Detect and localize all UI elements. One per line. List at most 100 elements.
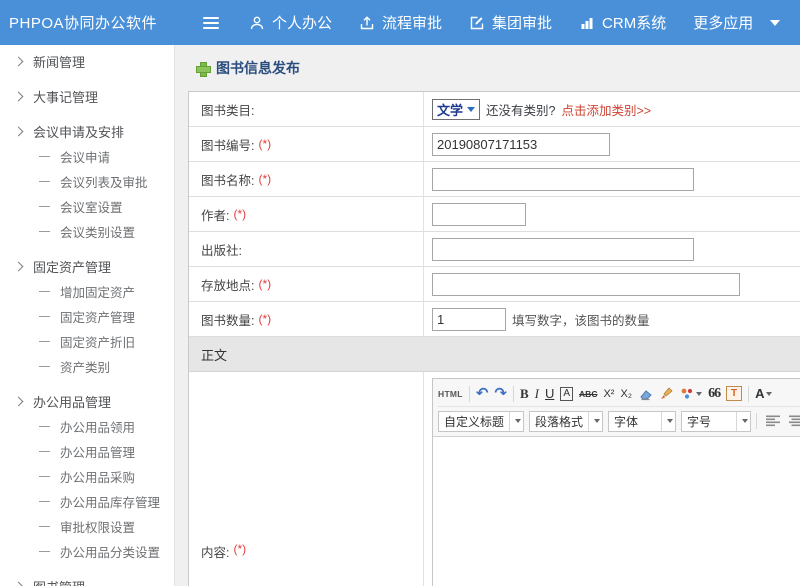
rich-text-editor: HTML ↶ ↷ B I U A ABC X²	[432, 378, 800, 586]
section-header-body: 正文	[189, 337, 800, 372]
form-row-quantity: 图书数量:(*) 填写数字，该图书的数量	[189, 302, 800, 337]
sidebar-subitem[interactable]: 办公用品领用	[0, 414, 174, 439]
font-size-dropdown[interactable]: 字号	[681, 411, 751, 432]
sidebar-subitem[interactable]: 会议列表及审批	[0, 169, 174, 194]
dash-icon	[39, 366, 50, 367]
dash-icon	[39, 231, 50, 232]
format-brush-icon[interactable]	[659, 387, 674, 401]
chevron-right-icon	[14, 127, 24, 137]
form-row-book-no: 图书编号:(*)	[189, 127, 800, 162]
nav-label: 个人办公	[272, 12, 332, 33]
user-icon	[249, 15, 265, 31]
nav-label: 流程审批	[382, 12, 442, 33]
align-center-icon[interactable]	[789, 415, 800, 427]
category-select[interactable]: 文学	[432, 99, 480, 120]
dash-icon	[39, 341, 50, 342]
font-family-dropdown[interactable]: 字体	[608, 411, 676, 432]
add-icon	[196, 62, 209, 75]
sidebar-subitem[interactable]: 资产类别	[0, 354, 174, 379]
chevron-right-icon	[14, 397, 24, 407]
topbar: PHPOA协同办公软件 个人办公 流程审批 集团审批 CRM系统 更多应用	[0, 0, 800, 45]
caret-down-icon	[766, 392, 772, 396]
underline-button[interactable]: U	[545, 386, 554, 401]
sidebar-subitem[interactable]: 办公用品库存管理	[0, 489, 174, 514]
blockquote-button[interactable]: 66	[708, 386, 720, 402]
quantity-hint: 填写数字，该图书的数量	[512, 310, 650, 329]
caret-down-icon	[661, 412, 675, 431]
dash-icon	[39, 451, 50, 452]
dash-icon	[39, 526, 50, 527]
nav-personal-office[interactable]: 个人办公	[249, 12, 332, 33]
sidebar-subitem[interactable]: 固定资产管理	[0, 304, 174, 329]
sidebar-subitem[interactable]: 办公用品管理	[0, 439, 174, 464]
book-name-input[interactable]	[432, 168, 694, 191]
form-row-author: 作者:(*)	[189, 197, 800, 232]
form-row-publisher: 出版社:	[189, 232, 800, 267]
insert-table-button[interactable]: T	[726, 386, 742, 401]
sidebar-item-meeting[interactable]: 会议申请及安排	[0, 119, 174, 144]
book-no-input[interactable]	[432, 133, 610, 156]
strikethrough-button[interactable]: ABC	[579, 389, 597, 399]
top-navigation: 个人办公 流程审批 集团审批 CRM系统 更多应用	[249, 12, 780, 33]
form-row-content: 内容:(*) HTML ↶ ↷ B I	[189, 372, 800, 586]
chevron-right-icon	[14, 92, 24, 102]
process-approval-icon	[359, 15, 375, 31]
font-color-button[interactable]: A	[755, 386, 772, 401]
sidebar-item-events[interactable]: 大事记管理	[0, 84, 174, 109]
dash-icon	[39, 181, 50, 182]
form-row-book-name: 图书名称:(*)	[189, 162, 800, 197]
sidebar-subitem[interactable]: 固定资产折旧	[0, 329, 174, 354]
italic-button[interactable]: I	[535, 386, 539, 402]
source-code-button[interactable]: HTML	[438, 389, 463, 399]
sidebar-subitem[interactable]: 审批权限设置	[0, 514, 174, 539]
nav-process-approval[interactable]: 流程审批	[359, 12, 442, 33]
align-left-icon[interactable]	[766, 415, 781, 427]
paragraph-format-dropdown[interactable]: 段落格式	[529, 411, 603, 432]
form-row-category: 图书类目: 文学 还没有类别? 点击添加类别>>	[189, 92, 800, 127]
author-input[interactable]	[432, 203, 526, 226]
nav-label: 集团审批	[492, 12, 552, 33]
dash-icon	[39, 501, 50, 502]
redo-icon[interactable]: ↷	[494, 386, 507, 401]
bold-button[interactable]: B	[520, 386, 529, 402]
sidebar-subitem[interactable]: 办公用品分类设置	[0, 539, 174, 564]
sidebar-subitem[interactable]: 会议类别设置	[0, 219, 174, 244]
add-category-link[interactable]: 点击添加类别>>	[561, 100, 651, 119]
custom-title-dropdown[interactable]: 自定义标题	[438, 411, 524, 432]
location-input[interactable]	[432, 273, 740, 296]
app-logo: PHPOA协同办公软件	[0, 12, 175, 33]
main-content: 图书信息发布 图书类目: 文学 还没有类别? 点击添加类别>> 图书编号:(*)	[175, 45, 800, 586]
auto-typeset-icon[interactable]	[680, 387, 702, 400]
undo-icon[interactable]: ↶	[476, 386, 489, 401]
dash-icon	[39, 206, 50, 207]
subscript-button[interactable]: X₂	[620, 388, 632, 400]
dash-icon	[39, 316, 50, 317]
sidebar-item-supplies[interactable]: 办公用品管理	[0, 389, 174, 414]
sidebar-item-news[interactable]: 新闻管理	[0, 49, 174, 74]
sidebar-subitem[interactable]: 会议申请	[0, 144, 174, 169]
nav-group-approval[interactable]: 集团审批	[469, 12, 552, 33]
eraser-icon[interactable]	[638, 387, 653, 401]
nav-crm[interactable]: CRM系统	[579, 12, 666, 33]
nav-label: 更多应用	[693, 12, 753, 33]
nav-more-apps[interactable]: 更多应用	[693, 12, 780, 33]
sidebar-subitem[interactable]: 增加固定资产	[0, 279, 174, 304]
sidebar-subitem[interactable]: 办公用品采购	[0, 464, 174, 489]
quantity-input[interactable]	[432, 308, 506, 331]
bar-chart-icon	[579, 15, 595, 31]
chevron-right-icon	[14, 582, 24, 586]
sidebar-item-assets[interactable]: 固定资产管理	[0, 254, 174, 279]
editor-content-area[interactable]	[433, 437, 800, 586]
font-border-button[interactable]: A	[560, 387, 573, 401]
chevron-right-icon	[14, 262, 24, 272]
caret-down-icon	[509, 412, 523, 431]
sidebar-item-books[interactable]: 图书管理	[0, 574, 174, 586]
dash-icon	[39, 551, 50, 552]
book-form: 图书类目: 文学 还没有类别? 点击添加类别>> 图书编号:(*) 图书名称:(…	[188, 91, 800, 586]
sidebar-subitem[interactable]: 会议室设置	[0, 194, 174, 219]
dash-icon	[39, 291, 50, 292]
menu-icon[interactable]	[203, 14, 219, 32]
publisher-input[interactable]	[432, 238, 694, 261]
caret-down-icon	[736, 412, 750, 431]
superscript-button[interactable]: X²	[603, 388, 614, 400]
